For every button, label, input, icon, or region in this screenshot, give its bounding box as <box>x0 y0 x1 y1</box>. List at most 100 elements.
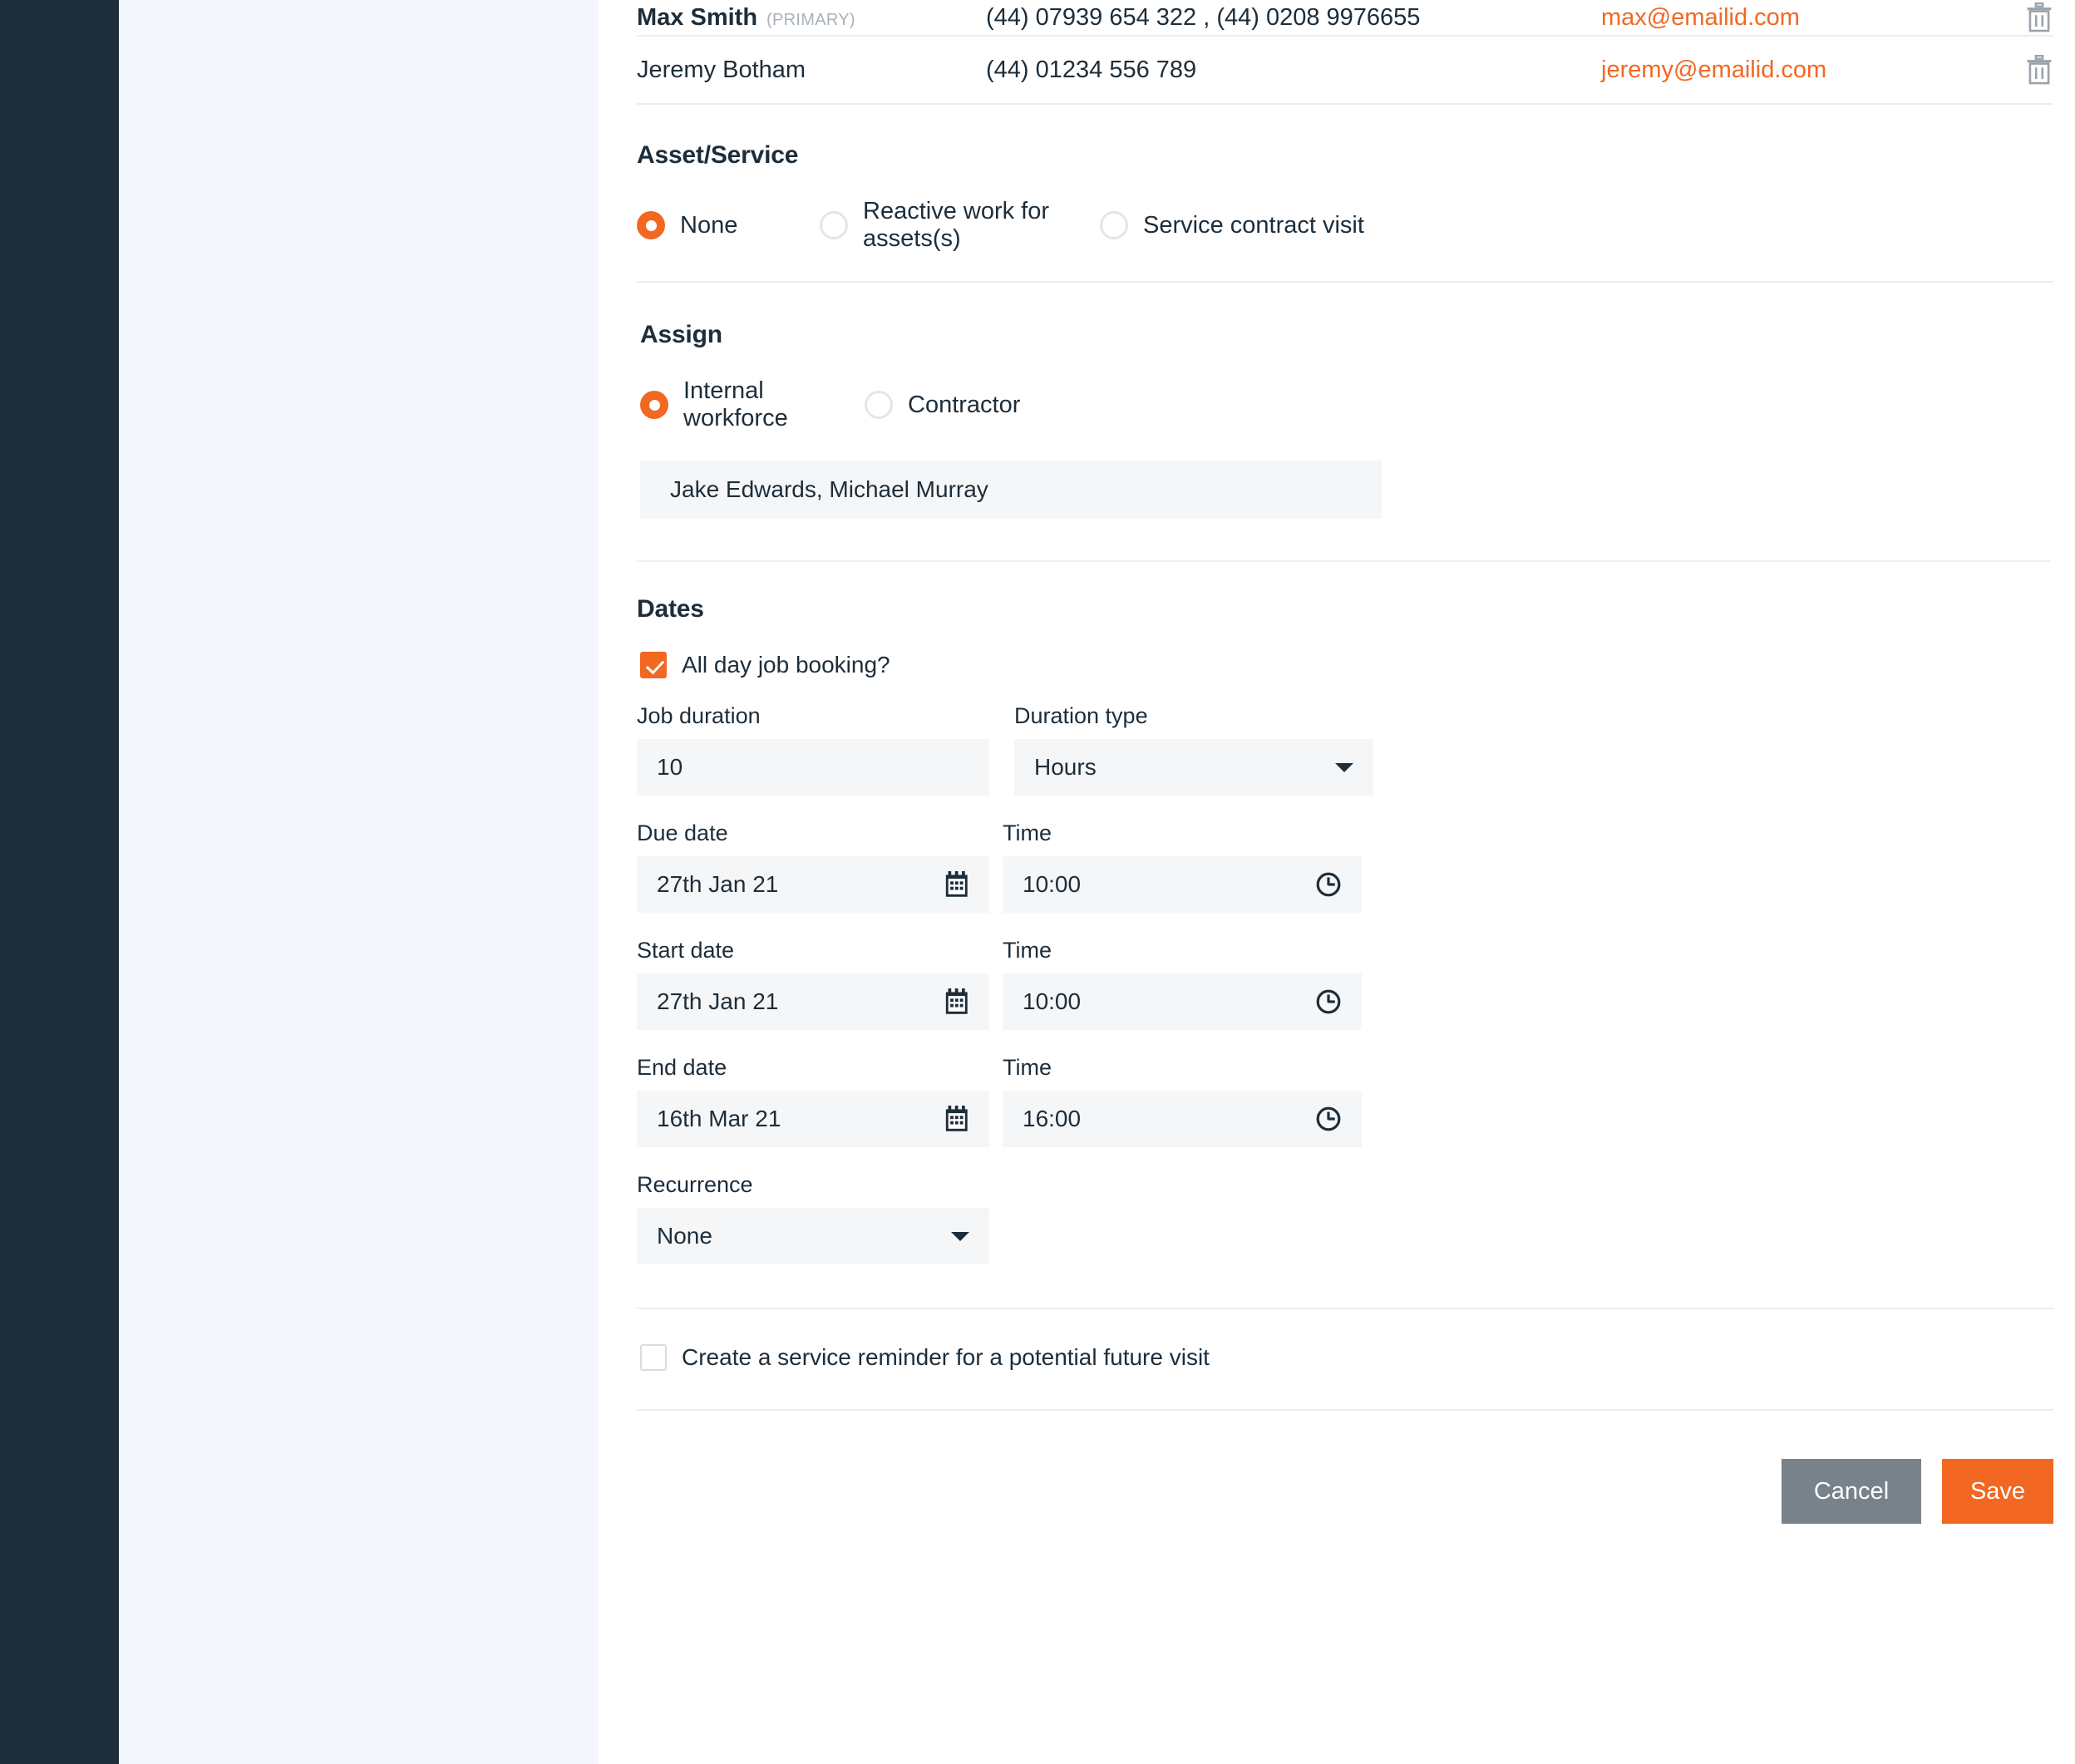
end-date-group: End date 16th Mar 21 <box>637 1055 989 1147</box>
radio-indicator <box>865 391 893 419</box>
delete-contact-button[interactable] <box>1995 2 2053 32</box>
radio-option-none[interactable]: None <box>637 211 820 239</box>
app-root: Max Smith (PRIMARY) (44) 07939 654 322 ,… <box>0 0 2075 1764</box>
cancel-button[interactable]: Cancel <box>1782 1459 1921 1524</box>
radio-label: Service contract visit <box>1143 211 1364 239</box>
left-nav-rail <box>0 0 119 1764</box>
radio-option-contractor[interactable]: Contractor <box>865 391 1020 419</box>
job-duration-group: Job duration 10 <box>637 703 989 796</box>
table-row[interactable]: Jeremy Botham (44) 01234 556 789 jeremy@… <box>637 37 2053 105</box>
service-reminder-row[interactable]: Create a service reminder for a potentia… <box>637 1344 2053 1371</box>
contact-phone: (44) 01234 556 789 <box>986 56 1197 83</box>
all-day-checkbox[interactable] <box>640 652 667 678</box>
job-duration-input[interactable]: 10 <box>637 739 989 796</box>
contact-name: Max Smith <box>637 3 758 31</box>
due-date-value: 27th Jan 21 <box>657 871 779 897</box>
job-duration-label: Job duration <box>637 703 761 728</box>
asset-service-section: Asset/Service None Reactive work for ass… <box>637 141 2053 283</box>
duration-type-label: Duration type <box>1014 703 1148 728</box>
chevron-down-icon <box>951 1231 969 1241</box>
section-divider <box>637 281 2053 283</box>
recurrence-value: None <box>657 1223 712 1249</box>
asset-service-title: Asset/Service <box>637 141 799 169</box>
due-date-input[interactable]: 27th Jan 21 <box>637 856 989 913</box>
all-day-checkbox-row[interactable]: All day job booking? <box>637 652 2053 678</box>
save-button[interactable]: Save <box>1942 1459 2053 1524</box>
end-date-label: End date <box>637 1055 727 1080</box>
contacts-table: Max Smith (PRIMARY) (44) 07939 654 322 ,… <box>637 0 2053 105</box>
contact-phone: (44) 07939 654 322 , (44) 0208 9976655 <box>986 3 1421 31</box>
radio-option-reactive-work[interactable]: Reactive work for assets(s) <box>820 198 1100 253</box>
clock-icon[interactable] <box>1315 871 1342 898</box>
contact-email-link[interactable]: max@emailid.com <box>1601 4 1995 32</box>
assignee-select-field[interactable]: Jake Edwards, Michael Murray <box>640 461 1382 519</box>
clock-icon[interactable] <box>1315 1106 1342 1132</box>
end-time-group: Time 16:00 <box>1003 1055 1458 1147</box>
due-date-label: Due date <box>637 820 728 845</box>
start-date-input[interactable]: 27th Jan 21 <box>637 973 989 1030</box>
end-date-input[interactable]: 16th Mar 21 <box>637 1091 989 1147</box>
dates-section: Dates All day job booking? Job duration … <box>637 595 2053 1309</box>
calendar-icon[interactable] <box>944 871 969 898</box>
radio-label: None <box>680 211 738 239</box>
radio-indicator <box>1100 211 1128 239</box>
trash-icon <box>2027 2 2052 32</box>
duration-type-value: Hours <box>1034 754 1097 780</box>
dates-title: Dates <box>637 595 704 623</box>
duration-type-group: Duration type Hours <box>1014 703 1373 796</box>
radio-label: Reactive work for assets(s) <box>863 198 1050 252</box>
contact-name-cell: Max Smith (PRIMARY) <box>637 4 986 32</box>
due-time-label: Time <box>1003 820 1052 845</box>
service-reminder-checkbox[interactable] <box>640 1344 667 1371</box>
trash-icon <box>2027 55 2052 85</box>
modal-backdrop <box>119 0 599 1764</box>
radio-option-service-contract[interactable]: Service contract visit <box>1100 211 1364 239</box>
end-time-label: Time <box>1003 1055 1052 1080</box>
start-date-value: 27th Jan 21 <box>657 988 779 1014</box>
start-time-label: Time <box>1003 938 1052 963</box>
radio-label: Contractor <box>908 391 1021 418</box>
end-date-row: End date 16th Mar 21 Time 16:00 <box>637 1055 2053 1147</box>
recurrence-label: Recurrence <box>637 1172 753 1197</box>
contact-name: Jeremy Botham <box>637 56 806 83</box>
service-reminder-label: Create a service reminder for a potentia… <box>682 1344 1210 1370</box>
assign-radio-group: Internal workforce Contractor <box>640 377 2053 432</box>
contact-email-link[interactable]: jeremy@emailid.com <box>1601 57 1995 84</box>
assign-section: Assign Internal workforce Contractor Jak… <box>637 321 2053 562</box>
start-time-input[interactable]: 10:00 <box>1003 973 1362 1030</box>
assignee-value: Jake Edwards, Michael Murray <box>670 476 988 502</box>
due-date-row: Due date 27th Jan 21 Time 10:00 <box>637 820 2053 913</box>
start-date-group: Start date 27th Jan 21 <box>637 938 989 1030</box>
footer-divider <box>637 1409 2053 1411</box>
due-time-value: 10:00 <box>1023 871 1082 897</box>
section-divider <box>637 1308 2053 1309</box>
calendar-icon[interactable] <box>944 1106 969 1132</box>
job-form-panel: Max Smith (PRIMARY) (44) 07939 654 322 ,… <box>599 0 2075 1764</box>
table-row[interactable]: Max Smith (PRIMARY) (44) 07939 654 322 ,… <box>637 0 2053 37</box>
due-time-input[interactable]: 10:00 <box>1003 856 1362 913</box>
duration-row: Job duration 10 Duration type Hours <box>637 703 2053 796</box>
radio-option-internal-workforce[interactable]: Internal workforce <box>640 377 865 432</box>
form-footer: Cancel Save <box>637 1459 2053 1524</box>
start-time-group: Time 10:00 <box>1003 938 1458 1030</box>
start-time-value: 10:00 <box>1023 988 1082 1014</box>
calendar-icon[interactable] <box>944 988 969 1015</box>
chevron-down-icon <box>1335 762 1353 772</box>
job-duration-value: 10 <box>657 754 683 780</box>
duration-type-select[interactable]: Hours <box>1014 739 1373 796</box>
start-date-label: Start date <box>637 938 735 963</box>
clock-icon[interactable] <box>1315 988 1342 1015</box>
end-date-value: 16th Mar 21 <box>657 1106 781 1131</box>
primary-badge: (PRIMARY) <box>766 10 855 29</box>
assign-title: Assign <box>640 321 722 348</box>
delete-contact-button[interactable] <box>1995 55 2053 85</box>
contact-name-cell: Jeremy Botham <box>637 57 986 84</box>
start-date-row: Start date 27th Jan 21 Time 10:00 <box>637 938 2053 1030</box>
all-day-label: All day job booking? <box>682 652 890 678</box>
recurrence-select[interactable]: None <box>637 1208 989 1264</box>
radio-label: Internal workforce <box>683 377 788 431</box>
due-time-group: Time 10:00 <box>1003 820 1458 913</box>
radio-indicator <box>637 211 665 239</box>
end-time-input[interactable]: 16:00 <box>1003 1091 1362 1147</box>
section-divider <box>637 560 2050 562</box>
